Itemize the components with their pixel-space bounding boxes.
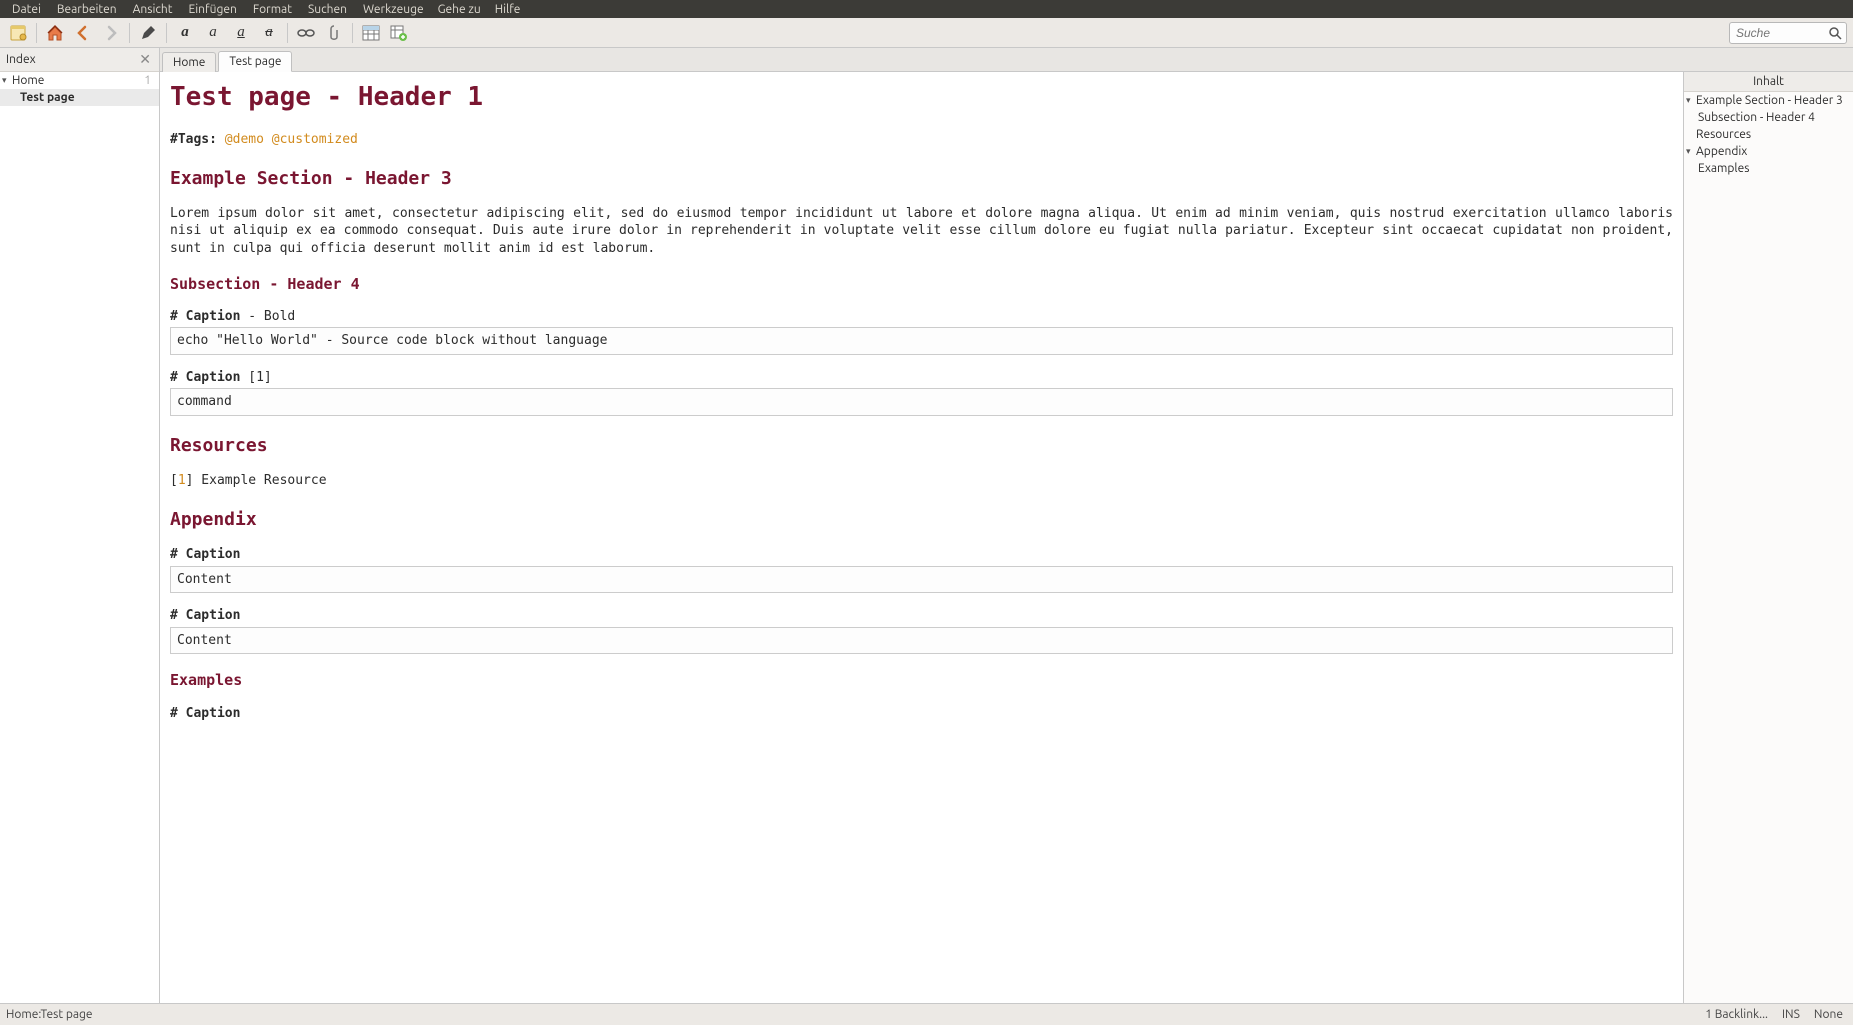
toc-item-example[interactable]: ▾Example Section - Header 3	[1684, 92, 1853, 109]
page-title: Test page - Header 1	[170, 80, 1673, 115]
menu-format[interactable]: Format	[245, 1, 300, 18]
tree-label: Home	[12, 74, 44, 87]
link-icon[interactable]	[293, 20, 319, 46]
toc-item-examples[interactable]: Examples	[1684, 160, 1853, 177]
content-area: Home Test page Test page - Header 1 #Tag…	[160, 48, 1853, 1003]
index-tree: ▾ Home 1 Test page	[0, 72, 159, 1003]
tag-customized[interactable]: @customized	[272, 132, 358, 147]
tree-label: Test page	[20, 91, 75, 104]
resource-line: [1] Example Resource	[170, 472, 1673, 490]
reference-link[interactable]: 1	[178, 473, 186, 488]
close-icon[interactable]: ✕	[137, 51, 153, 68]
bold-icon[interactable]: a	[172, 20, 198, 46]
toolbar: a a a a	[0, 18, 1853, 48]
forward-icon[interactable]	[98, 20, 124, 46]
caption-1: # Caption - Bold	[170, 308, 1673, 326]
separator	[129, 23, 130, 43]
sidebar-title: Index	[6, 53, 36, 66]
statusbar: Home:Test page 1 Backlink... INS None	[0, 1003, 1853, 1025]
caption-app1: # Caption	[170, 546, 1673, 564]
tab-testpage[interactable]: Test page	[218, 51, 292, 72]
strike-icon[interactable]: a	[256, 20, 282, 46]
menu-datei[interactable]: Datei	[4, 1, 49, 18]
insert-table-icon[interactable]	[386, 20, 412, 46]
tree-item-home[interactable]: ▾ Home 1	[0, 72, 159, 89]
status-path: Home:Test page	[6, 1008, 93, 1021]
caption-ex: # Caption	[170, 705, 1673, 723]
menu-ansicht[interactable]: Ansicht	[125, 1, 181, 18]
status-right: None	[1814, 1008, 1843, 1021]
toc-item-subsection[interactable]: Subsection - Header 4	[1684, 109, 1853, 126]
separator	[36, 23, 37, 43]
code-block-app2: Content	[170, 627, 1673, 655]
underline-icon[interactable]: a	[228, 20, 254, 46]
status-mode: INS	[1782, 1008, 1800, 1021]
menu-hilfe[interactable]: Hilfe	[487, 1, 529, 18]
italic-icon[interactable]: a	[200, 20, 226, 46]
caption-2: # Caption [1]	[170, 369, 1673, 387]
tags-line: #Tags: @demo @customized	[170, 131, 1673, 149]
tags-label: #Tags:	[170, 132, 217, 147]
attach-icon[interactable]	[321, 20, 347, 46]
table-icon[interactable]	[358, 20, 384, 46]
toc-item-resources[interactable]: Resources	[1684, 126, 1853, 143]
toc-panel: Inhalt ▾Example Section - Header 3 Subse…	[1683, 72, 1853, 1003]
search-box[interactable]	[1729, 22, 1847, 44]
heading-appendix: Appendix	[170, 508, 1673, 532]
menu-einfuegen[interactable]: Einfügen	[181, 1, 245, 18]
sidebar-header: Index ✕	[0, 48, 159, 72]
menubar: Datei Bearbeiten Ansicht Einfügen Format…	[0, 0, 1853, 18]
editor[interactable]: Test page - Header 1 #Tags: @demo @custo…	[160, 72, 1683, 1003]
code-block-1: echo "Hello World" - Source code block w…	[170, 327, 1673, 355]
toc-item-appendix[interactable]: ▾Appendix	[1684, 143, 1853, 160]
toc-title: Inhalt	[1684, 72, 1853, 92]
home-icon[interactable]	[42, 20, 68, 46]
lorem-paragraph: Lorem ipsum dolor sit amet, consectetur …	[170, 205, 1673, 258]
caption-app2: # Caption	[170, 607, 1673, 625]
heading-resources: Resources	[170, 434, 1673, 458]
search-input[interactable]	[1730, 24, 1824, 42]
heading-example-section: Example Section - Header 3	[170, 167, 1673, 191]
heading-examples: Examples	[170, 670, 1673, 690]
menu-werkzeuge[interactable]: Werkzeuge	[355, 1, 432, 18]
tab-home[interactable]: Home	[162, 52, 216, 72]
code-block-2: command	[170, 388, 1673, 416]
menu-gehezu[interactable]: Gehe zu	[432, 1, 487, 18]
tag-demo[interactable]: @demo	[225, 132, 264, 147]
tree-item-testpage[interactable]: Test page	[0, 89, 159, 106]
heading-subsection: Subsection - Header 4	[170, 274, 1673, 294]
tabbar: Home Test page	[160, 48, 1853, 72]
chevron-down-icon[interactable]: ▾	[1686, 146, 1696, 157]
chevron-down-icon[interactable]: ▾	[2, 75, 12, 86]
notebook-icon[interactable]	[5, 20, 31, 46]
separator	[287, 23, 288, 43]
tree-count: 1	[144, 74, 155, 87]
status-backlinks[interactable]: 1 Backlink...	[1705, 1008, 1768, 1021]
chevron-down-icon[interactable]: ▾	[1686, 95, 1696, 106]
back-icon[interactable]	[70, 20, 96, 46]
separator	[166, 23, 167, 43]
code-block-app1: Content	[170, 566, 1673, 594]
menu-suchen[interactable]: Suchen	[300, 1, 355, 18]
menu-bearbeiten[interactable]: Bearbeiten	[49, 1, 125, 18]
search-icon[interactable]	[1824, 26, 1846, 40]
sidebar: Index ✕ ▾ Home 1 Test page	[0, 48, 160, 1003]
edit-icon[interactable]	[135, 20, 161, 46]
separator	[352, 23, 353, 43]
